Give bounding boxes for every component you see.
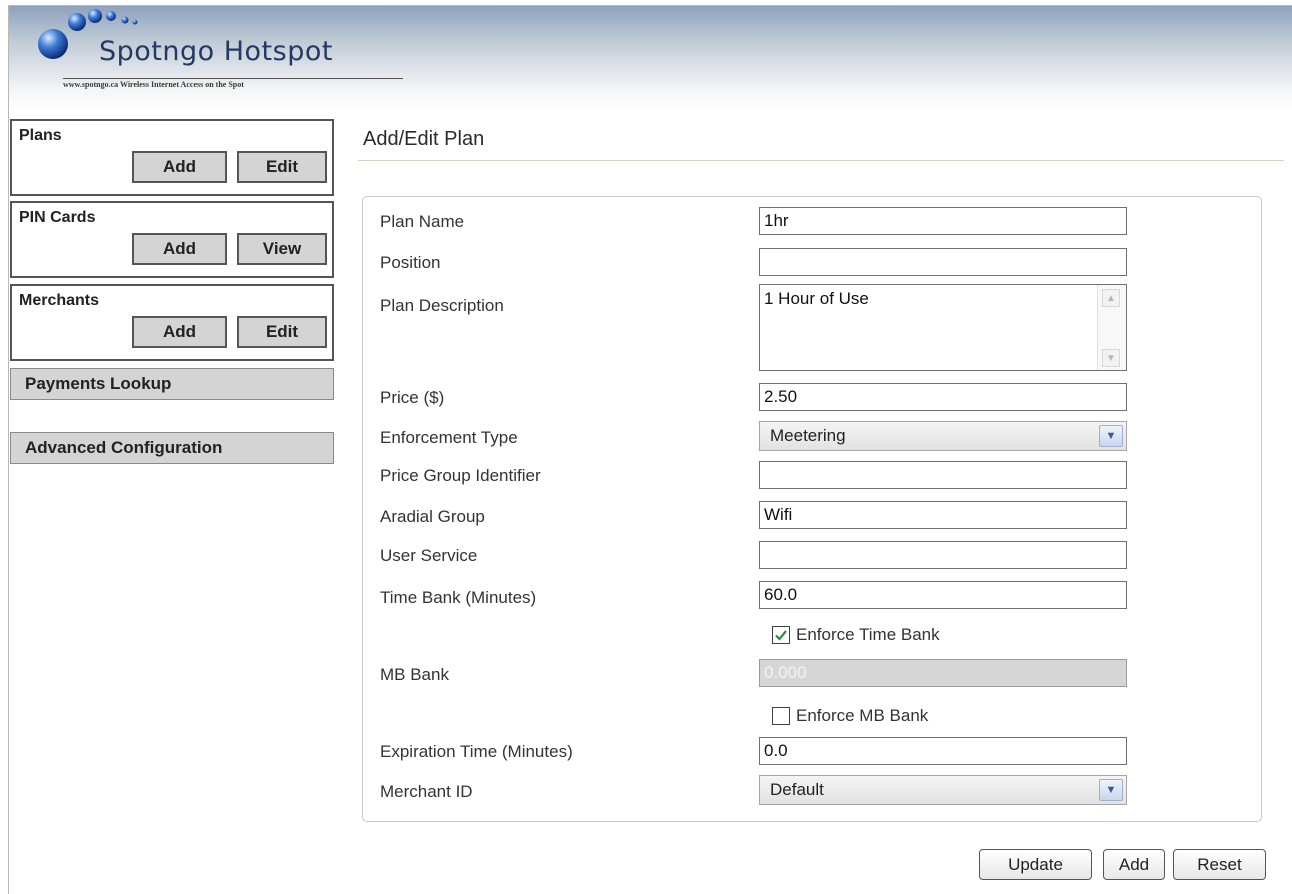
time-bank-label: Time Bank (Minutes) — [380, 588, 537, 607]
user-service-input[interactable] — [759, 541, 1127, 569]
user-service-label: User Service — [380, 546, 478, 565]
logo[interactable]: Spotngo Hotspot www.spotngo.ca Wireless … — [29, 8, 429, 103]
header-banner: Spotngo Hotspot www.spotngo.ca Wireless … — [9, 6, 1292, 111]
price-group-identifier-input[interactable] — [759, 461, 1127, 489]
plans-title: Plans — [19, 127, 62, 144]
chevron-down-icon[interactable]: ▼ — [1099, 779, 1123, 801]
advanced-configuration-button[interactable]: Advanced Configuration — [10, 432, 334, 464]
enforce-mb-bank-label: Enforce MB Bank — [796, 706, 929, 725]
checkmark-icon — [775, 630, 787, 641]
enforce-time-bank-checkbox[interactable] — [772, 626, 790, 644]
enforce-mb-bank-checkbox[interactable] — [772, 707, 790, 725]
position-input[interactable] — [759, 248, 1127, 276]
position-label: Position — [380, 253, 441, 272]
plan-description-text: 1 Hour of Use — [764, 289, 869, 308]
price-label: Price ($) — [380, 388, 445, 407]
expiration-time-input[interactable] — [759, 737, 1127, 765]
pin-cards-title: PIN Cards — [19, 209, 96, 226]
merchant-id-value: Default — [770, 780, 824, 799]
mb-bank-input — [759, 659, 1127, 687]
pin-cards-panel: PIN Cards Add View — [10, 201, 334, 278]
plan-name-label: Plan Name — [380, 212, 465, 231]
aradial-group-input[interactable] — [759, 501, 1127, 529]
scroll-up-icon[interactable]: ▲ — [1102, 289, 1120, 307]
merchants-edit-button[interactable]: Edit — [237, 316, 327, 348]
enforcement-type-value: Meetering — [770, 426, 846, 445]
merchant-id-select[interactable]: Default ▼ — [759, 775, 1127, 805]
enforce-mb-bank-row: Enforce MB Bank — [772, 706, 928, 726]
enforcement-type-select[interactable]: Meetering ▼ — [759, 421, 1127, 451]
price-input[interactable] — [759, 383, 1127, 411]
enforcement-type-label: Enforcement Type — [380, 428, 518, 447]
description-scrollbar[interactable]: ▲ ▼ — [1097, 285, 1126, 370]
mb-bank-label: MB Bank — [380, 665, 449, 684]
aradial-group-label: Aradial Group — [380, 507, 485, 526]
logo-tagline: www.spotngo.ca Wireless Internet Access … — [63, 78, 403, 89]
merchant-id-label: Merchant ID — [380, 782, 473, 801]
plans-add-button[interactable]: Add — [132, 151, 227, 183]
chevron-down-icon[interactable]: ▼ — [1099, 425, 1123, 447]
enforce-time-bank-row: Enforce Time Bank — [772, 625, 940, 645]
scroll-down-icon[interactable]: ▼ — [1102, 349, 1120, 367]
price-group-identifier-label: Price Group Identifier — [380, 466, 541, 485]
plans-edit-button[interactable]: Edit — [237, 151, 327, 183]
merchants-panel: Merchants Add Edit — [10, 284, 334, 361]
logo-title: Spotngo Hotspot — [99, 36, 333, 67]
pin-cards-view-button[interactable]: View — [237, 233, 327, 265]
expiration-time-label: Expiration Time (Minutes) — [380, 742, 573, 761]
plan-name-input[interactable] — [759, 207, 1127, 235]
page-title: Add/Edit Plan — [363, 128, 485, 150]
add-button[interactable]: Add — [1103, 849, 1165, 880]
plans-panel: Plans Add Edit — [10, 119, 334, 196]
merchants-title: Merchants — [19, 292, 100, 309]
merchants-add-button[interactable]: Add — [132, 316, 227, 348]
time-bank-input[interactable] — [759, 581, 1127, 609]
plan-description-textarea[interactable]: 1 Hour of Use ▲ ▼ — [759, 284, 1127, 371]
reset-button[interactable]: Reset — [1173, 849, 1266, 880]
update-button[interactable]: Update — [979, 849, 1092, 880]
enforce-time-bank-label: Enforce Time Bank — [796, 625, 940, 644]
title-divider — [358, 160, 1284, 161]
plan-description-label: Plan Description — [380, 296, 504, 315]
pin-cards-add-button[interactable]: Add — [132, 233, 227, 265]
payments-lookup-button[interactable]: Payments Lookup — [10, 368, 334, 400]
